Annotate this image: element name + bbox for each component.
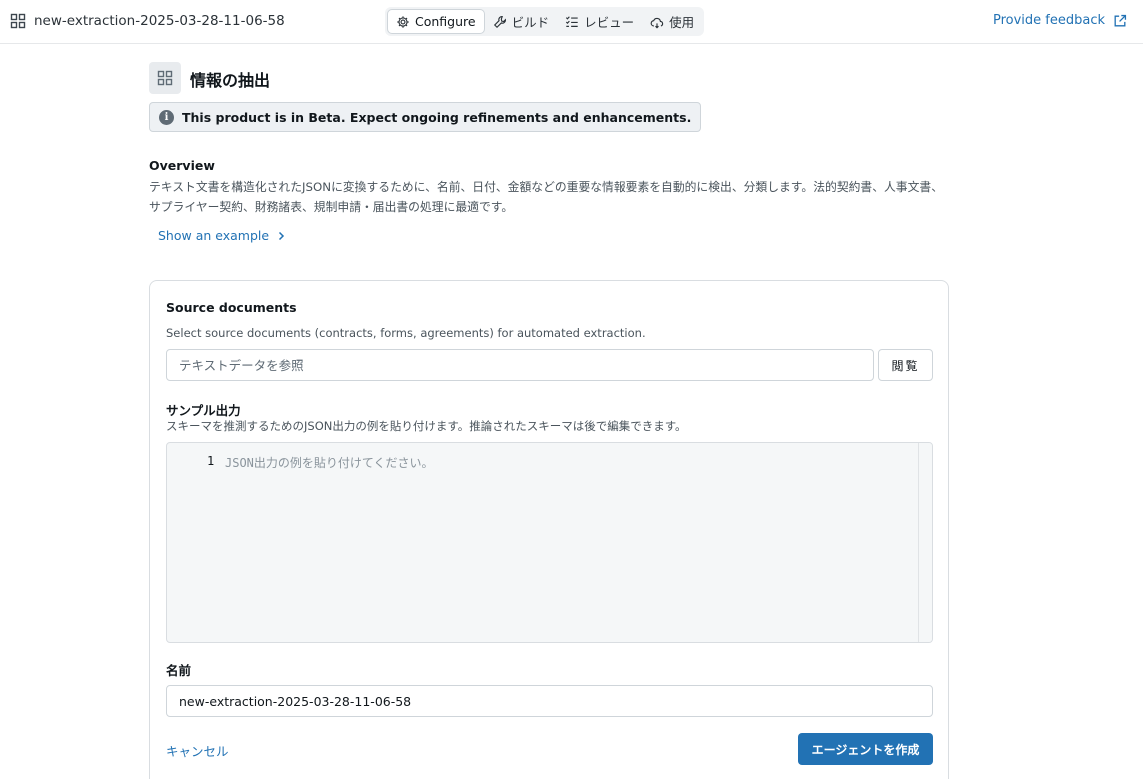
tab-configure[interactable]: Configure [387,9,485,34]
cancel-button[interactable]: キャンセル [166,741,229,760]
extraction-form-card: Source documents Select source documents… [149,280,949,779]
tab-build[interactable]: ビルド [485,9,558,34]
checklist-icon [566,15,578,27]
name-label: 名前 [166,663,192,678]
editor-line-number: 1 [207,454,215,468]
grid-icon[interactable] [10,13,26,29]
json-editor[interactable]: 1 JSON出力の例を貼り付けてください。 [166,442,933,643]
editor-placeholder: JSON出力の例を貼り付けてください。 [225,456,434,470]
tab-use-label: 使用 [669,15,695,30]
grid-icon [157,70,173,86]
top-bar: new-extraction-2025-03-28-11-06-58 Confi… [0,0,1143,44]
cloud-sync-icon [650,17,664,28]
tab-review[interactable]: レビュー [557,9,642,34]
tab-use[interactable]: 使用 [642,9,702,34]
page-icon [149,62,181,94]
name-input[interactable] [166,685,933,717]
overview-text: テキスト文書を構造化されたJSONに変換するために、名前、日付、金額などの重要な… [149,180,943,214]
beta-notice-text: This product is in Beta. Expect ongoing … [182,109,692,125]
sample-output-label: サンプル出力 [166,403,241,418]
create-agent-button[interactable]: エージェントを作成 [798,733,933,765]
provide-feedback-link[interactable]: Provide feedback [993,13,1127,28]
overview-heading: Overview [149,158,215,173]
gear-icon [397,15,409,28]
tab-build-label: ビルド [511,15,550,30]
page-title: 情報の抽出 [190,71,271,90]
browse-button[interactable]: 閲覧 [878,349,933,381]
sample-output-hint: スキーマを推測するためのJSON出力の例を貼り付けます。推論されたスキーマは後で… [166,419,687,433]
wrench-icon [493,15,506,28]
chevron-right-icon [279,231,285,240]
show-example-link[interactable]: Show an example [158,228,286,243]
source-documents-input[interactable] [166,349,874,381]
source-documents-label: Source documents [166,300,297,315]
editor-scrollbar[interactable] [918,443,932,642]
tab-review-label: レビュー [584,15,635,30]
tab-bar: Configure ビルド レビュー 使用 [385,7,705,36]
info-icon: i [159,109,174,125]
beta-notice: i This product is in Beta. Expect ongoin… [149,102,702,132]
external-link-icon [1114,14,1127,26]
show-example-label: Show an example [158,228,270,243]
source-documents-hint: Select source documents (contracts, form… [166,326,646,340]
app-title: new-extraction-2025-03-28-11-06-58 [34,13,285,29]
tab-configure-label: Configure [415,14,476,29]
provide-feedback-label: Provide feedback [992,13,1105,28]
